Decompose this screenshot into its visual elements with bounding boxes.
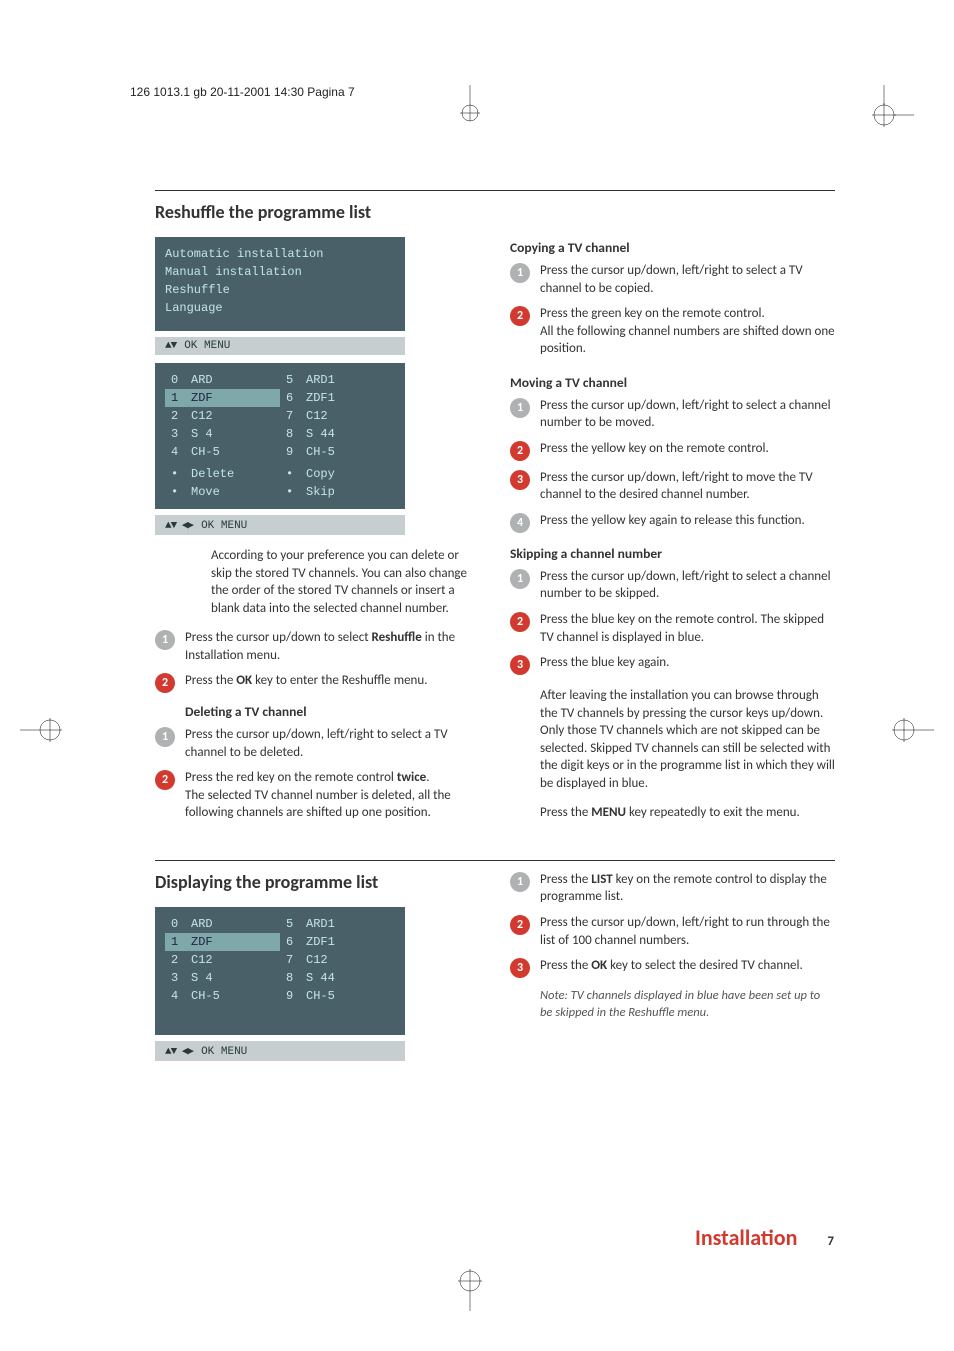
step: 2 Press the green key on the remote cont… <box>510 305 835 358</box>
step-badge-1: 1 <box>510 263 530 283</box>
step: 3 Press the blue key again. <box>510 654 835 675</box>
step-badge-1: 1 <box>510 872 530 892</box>
step: 1 Press the cursor up/down to select Res… <box>155 629 480 664</box>
skip-note: Note: TV channels displayed in blue have… <box>540 988 835 1022</box>
skip-after-text: After leaving the installation you can b… <box>540 687 835 792</box>
step-badge-1: 1 <box>155 630 175 650</box>
moving-title: Moving a TV channel <box>510 374 835 391</box>
step-badge-2: 2 <box>510 612 530 632</box>
reshuffle-intro: According to your preference you can del… <box>211 547 480 617</box>
step-badge-2: 2 <box>155 673 175 693</box>
osd-programme-list: 0ARD5ARD1 1ZDF6ZDF1 2C127C12 3S 48S 44 4… <box>155 907 405 1035</box>
section-rule <box>155 190 835 191</box>
osd-footer: ▲▼ ◀▶OK MENU <box>155 515 405 535</box>
step-badge-2: 2 <box>510 915 530 935</box>
osd-item: Reshuffle <box>165 281 395 299</box>
crop-mark-bottom <box>440 1251 500 1311</box>
step: 3 Press the OK key to select the desired… <box>510 957 835 978</box>
step: 2 Press the cursor up/down, left/right t… <box>510 914 835 949</box>
exit-menu-text: Press the MENU key repeatedly to exit th… <box>540 804 835 822</box>
step-badge-3: 3 <box>510 470 530 490</box>
step: 4 Press the yellow key again to release … <box>510 512 835 533</box>
nav-arrows-icon: ▲▼ <box>165 340 176 352</box>
osd-install-menu: Automatic installation Manual installati… <box>155 237 405 331</box>
page-number: 7 <box>827 1234 834 1249</box>
step: 1 Press the cursor up/down, left/right t… <box>155 726 480 761</box>
step: 1 Press the LIST key on the remote contr… <box>510 871 835 906</box>
step-badge-2: 2 <box>155 770 175 790</box>
osd-item: Automatic installation <box>165 245 395 263</box>
step-badge-4: 4 <box>510 513 530 533</box>
skipping-title: Skipping a channel number <box>510 545 835 562</box>
step: 1 Press the cursor up/down, left/right t… <box>510 568 835 603</box>
step-badge-2: 2 <box>510 441 530 461</box>
step-badge-1: 1 <box>510 569 530 589</box>
display-list-title: Displaying the programme list <box>155 871 480 893</box>
osd-item: Manual installation <box>165 263 395 281</box>
osd-footer: ▲▼ ◀▶OK MENU <box>155 1041 405 1061</box>
step: 2 Press the yellow key on the remote con… <box>510 440 835 461</box>
deleting-title: Deleting a TV channel <box>185 703 480 720</box>
crop-mark-top <box>440 85 500 125</box>
step: 1 Press the cursor up/down, left/right t… <box>510 262 835 297</box>
osd-item: Language <box>165 299 395 317</box>
reshuffle-title: Reshuffle the programme list <box>155 201 480 223</box>
section-rule <box>155 860 835 861</box>
step-badge-3: 3 <box>510 655 530 675</box>
step: 2 Press the OK key to enter the Reshuffl… <box>155 672 480 693</box>
step: 2 Press the red key on the remote contro… <box>155 769 480 822</box>
step: 2 Press the blue key on the remote contr… <box>510 611 835 646</box>
step: 3 Press the cursor up/down, left/right t… <box>510 469 835 504</box>
print-header: 126 1013.1 gb 20-11-2001 14:30 Pagina 7 <box>130 85 355 99</box>
nav-arrows-icon: ▲▼ ◀▶ <box>165 1046 193 1058</box>
copying-title: Copying a TV channel <box>510 239 835 256</box>
step-badge-1: 1 <box>155 727 175 747</box>
footer-section-title: Installation <box>695 1224 797 1251</box>
crop-mark-left <box>20 700 80 760</box>
osd-footer: ▲▼OK MENU <box>155 337 405 355</box>
step-badge-3: 3 <box>510 958 530 978</box>
page-footer: Installation 7 <box>695 1224 834 1251</box>
crop-mark-top-right <box>854 85 914 145</box>
step-badge-2: 2 <box>510 306 530 326</box>
step: 1 Press the cursor up/down, left/right t… <box>510 397 835 432</box>
nav-arrows-icon: ▲▼ ◀▶ <box>165 520 193 532</box>
crop-mark-right <box>874 700 934 760</box>
step-badge-1: 1 <box>510 398 530 418</box>
osd-channel-list: 0ARD5ARD1 1ZDF6ZDF1 2C127C12 3S 48S 44 4… <box>155 363 405 509</box>
